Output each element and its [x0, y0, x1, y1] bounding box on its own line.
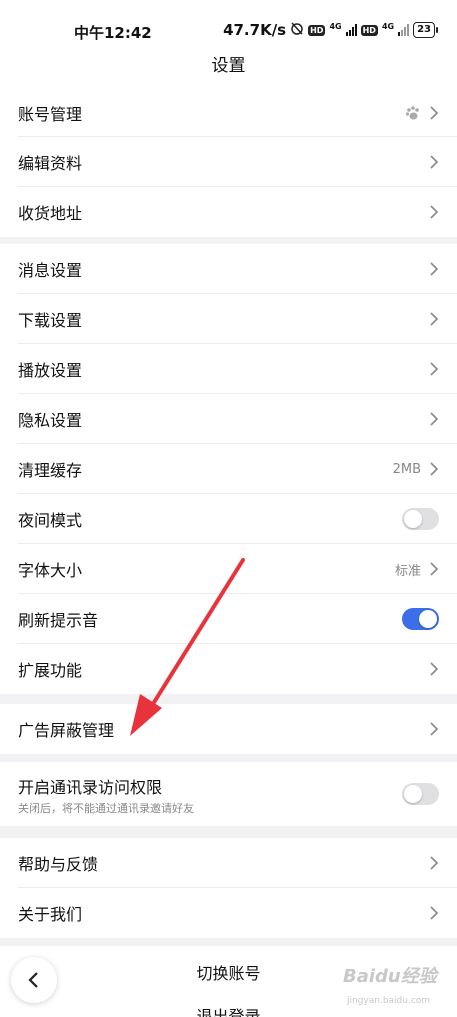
preferences-group: 消息设置 下载设置 播放设置 隐私设置 清理缓存 2MB 夜间模式 字体大小 标… [0, 244, 457, 694]
baidu-paw-icon [405, 106, 419, 120]
chevron-right-icon [430, 205, 439, 219]
page-title: 设置 [0, 44, 457, 89]
battery-icon: 23 [413, 22, 438, 38]
watermark-text: Baidu经验 [343, 966, 437, 987]
account-group: 账号管理 编辑资料 收货地址 [0, 89, 457, 237]
contacts-group: 开启通讯录访问权限 关闭后，将不能通过通讯录邀请好友 [0, 762, 457, 826]
signal-icon-2 [398, 24, 410, 36]
chevron-right-icon [430, 462, 439, 476]
row-clear-cache[interactable]: 清理缓存 2MB [0, 444, 457, 494]
row-about[interactable]: 关于我们 [0, 888, 457, 938]
signal-icon-1 [345, 24, 357, 36]
row-contacts-permission: 开启通讯录访问权限 关闭后，将不能通过通讯录邀请好友 [0, 762, 457, 826]
row-label: 广告屏蔽管理 [18, 721, 115, 740]
chevron-right-icon [430, 262, 439, 276]
row-font-size[interactable]: 字体大小 标准 [0, 544, 457, 594]
status-indicators: 47.7K/s HD 4G HD 4G 23 [223, 21, 438, 39]
row-label: 刷新提示音 [18, 611, 99, 630]
row-edit-profile[interactable]: 编辑资料 [0, 137, 457, 187]
chevron-right-icon [430, 856, 439, 870]
status-time: 中午12:42 [74, 24, 152, 42]
row-label: 隐私设置 [18, 411, 83, 430]
contacts-toggle[interactable] [402, 783, 439, 805]
row-night-mode: 夜间模式 [0, 494, 457, 544]
row-sublabel: 关闭后，将不能通过通讯录邀请好友 [18, 802, 194, 815]
night-mode-toggle[interactable] [402, 508, 439, 530]
row-account[interactable]: 账号管理 [0, 89, 457, 137]
row-label: 收货地址 [18, 204, 83, 223]
toggle-knob [404, 510, 422, 528]
row-download-settings[interactable]: 下载设置 [0, 294, 457, 344]
cache-size: 2MB [392, 461, 421, 477]
back-button[interactable] [11, 957, 57, 1003]
row-label: 夜间模式 [18, 511, 83, 530]
chevron-right-icon [430, 312, 439, 326]
row-label: 扩展功能 [18, 661, 83, 680]
toggle-knob [404, 785, 422, 803]
chevron-left-icon [28, 972, 38, 988]
row-label: 帮助与反馈 [18, 855, 99, 874]
chevron-right-icon [430, 722, 439, 736]
chevron-right-icon [430, 106, 439, 120]
watermark-url: jingyan.baidu.com [347, 996, 431, 1006]
row-label: 消息设置 [18, 261, 83, 280]
refresh-sound-toggle[interactable] [402, 608, 439, 630]
row-label: 清理缓存 [18, 461, 83, 480]
alarm-off-icon [290, 21, 304, 39]
watermark: Baidu经验 jingyan.baidu.com [343, 962, 443, 1014]
row-ad-block[interactable]: 广告屏蔽管理 [0, 704, 457, 754]
chevron-right-icon [430, 155, 439, 169]
network-type-2: 4G [381, 21, 395, 31]
network-type-1: 4G [329, 21, 342, 31]
hd-badge-2: HD [360, 24, 378, 36]
font-size-value: 标准 [394, 563, 421, 579]
row-playback-settings[interactable]: 播放设置 [0, 344, 457, 394]
row-label: 字体大小 [18, 561, 83, 580]
help-group: 帮助与反馈 关于我们 [0, 838, 457, 938]
row-address[interactable]: 收货地址 [0, 187, 457, 237]
ad-group: 广告屏蔽管理 [0, 704, 457, 754]
toggle-knob [419, 610, 437, 628]
row-label: 关于我们 [18, 905, 83, 924]
hd-badge-1: HD [308, 24, 326, 36]
chevron-right-icon [430, 906, 439, 920]
chevron-right-icon [430, 562, 439, 576]
row-extensions[interactable]: 扩展功能 [0, 644, 457, 694]
settings-page: 中午12:42 47.7K/s HD 4G HD 4G 23 设置 账号管理 编… [0, 0, 457, 1017]
chevron-right-icon [430, 412, 439, 426]
chevron-right-icon [430, 362, 439, 376]
row-refresh-sound: 刷新提示音 [0, 594, 457, 644]
row-label: 编辑资料 [18, 154, 83, 173]
row-label: 播放设置 [18, 361, 83, 380]
row-label: 下载设置 [18, 311, 83, 330]
row-help[interactable]: 帮助与反馈 [0, 838, 457, 888]
network-speed: 47.7K/s [223, 21, 287, 39]
status-bar: 中午12:42 47.7K/s HD 4G HD 4G 23 [0, 0, 457, 44]
chevron-right-icon [430, 662, 439, 676]
row-privacy-settings[interactable]: 隐私设置 [0, 394, 457, 444]
row-label: 账号管理 [18, 105, 83, 124]
row-message-settings[interactable]: 消息设置 [0, 244, 457, 294]
row-label: 开启通讯录访问权限 [18, 778, 163, 797]
